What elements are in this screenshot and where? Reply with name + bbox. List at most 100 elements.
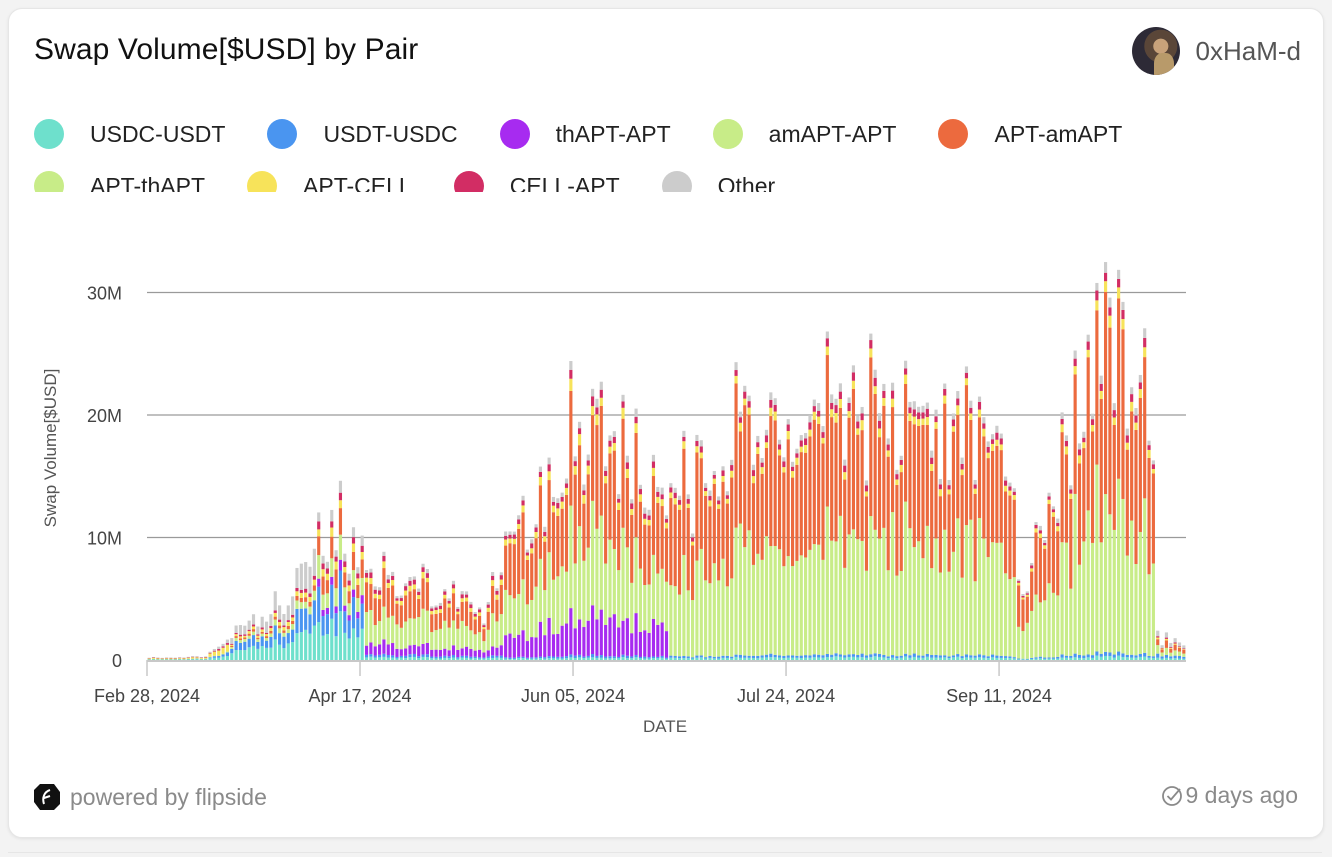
bar-segment-apt-cell — [756, 447, 760, 454]
bar-segment-apt-amapt — [769, 416, 773, 547]
bar-segment-cell-apt — [399, 598, 403, 601]
bar-segment-cell-apt — [956, 398, 960, 406]
bar-segment-cell-apt — [738, 417, 742, 423]
bar-segment-apt-cell — [912, 416, 916, 425]
bar-segment-amapt-apt — [795, 560, 799, 656]
bar-segment-amapt-apt — [1130, 520, 1134, 655]
bar-segment-other — [547, 457, 551, 465]
bar-segment-cell-apt — [664, 519, 669, 523]
bar-segment-cell-apt — [656, 491, 660, 497]
bar-segment-usdc-usdt — [721, 657, 725, 660]
bar-segment-cell-apt — [456, 608, 460, 612]
bar-segment-usdt-usdc — [508, 657, 512, 659]
bar-segment-cell-apt — [1056, 522, 1060, 527]
bar-segment-cell-apt — [395, 598, 399, 601]
bar-segment-apt-amapt — [586, 474, 590, 548]
bar-segment-other — [1108, 297, 1112, 308]
bar-segment-apt-amapt — [599, 405, 603, 516]
bar-segment-other — [821, 426, 825, 433]
bar-segment-usdt-usdc — [699, 655, 703, 658]
bar-segment-usdc-usdt — [295, 633, 299, 660]
bar-segment-usdt-usdc — [1156, 653, 1160, 658]
bar-segment-usdt-usdc — [1169, 656, 1173, 659]
bar-segment-cell-apt — [460, 594, 464, 599]
bar-segment-usdc-usdt — [921, 657, 925, 660]
bar-segment-amapt-apt — [1147, 574, 1151, 656]
bar-segment-cell-apt — [412, 579, 416, 585]
bar-segment-other — [1151, 460, 1155, 465]
bar-segment-apt-cell — [1082, 442, 1086, 449]
bar-segment-amapt-apt — [1060, 542, 1064, 655]
bar-segment-apt-amapt — [1112, 424, 1116, 530]
bar-segment-thapt-apt — [399, 649, 403, 656]
bar-segment-other — [1086, 334, 1090, 342]
bar-segment-usdc-usdt — [491, 657, 495, 660]
bar-segment-usdt-usdc — [1086, 654, 1090, 658]
bar-segment-amapt-apt — [334, 588, 338, 607]
bar-segment-apt-cell — [504, 539, 508, 546]
bar-segment-amapt-apt — [969, 519, 973, 656]
bar-segment-amapt-apt — [786, 556, 790, 656]
bar-segment-cell-apt — [912, 409, 916, 417]
last-updated-text: 9 days ago — [1185, 782, 1298, 808]
bar-segment-apt-cell — [417, 595, 421, 599]
bar-segment-cell-apt — [273, 610, 277, 613]
bar-segment-other — [582, 484, 586, 491]
bar-segment-amapt-apt — [977, 518, 982, 655]
bar-segment-cell-apt — [751, 470, 756, 477]
bar-segment-cell-apt — [1177, 646, 1182, 648]
bar-segment-cell-apt — [930, 457, 934, 464]
bar-segment-usdt-usdc — [695, 655, 699, 658]
bar-segment-cell-apt — [838, 391, 842, 400]
bar-segment-apt-cell — [938, 489, 942, 497]
powered-by-text[interactable]: powered by flipside — [70, 784, 267, 811]
bar-segment-usdc-usdt — [199, 659, 203, 660]
bar-segment-apt-cell — [517, 524, 521, 530]
bar-segment-amapt-apt — [230, 647, 234, 649]
bar-segment-usdc-usdt — [230, 653, 234, 660]
bar-segment-apt-amapt — [682, 448, 686, 555]
bar-segment-usdc-usdt — [573, 657, 577, 660]
bar-segment-amapt-apt — [934, 538, 938, 655]
bar-segment-other — [860, 406, 864, 414]
bar-segment-cell-apt — [712, 474, 716, 479]
powered-by-footer[interactable]: powered by flipside — [32, 782, 267, 812]
bar-segment-amapt-apt — [995, 542, 999, 656]
bar-segment-apt-cell — [491, 580, 495, 586]
bar-segment-apt-amapt — [512, 544, 516, 599]
bar-segment-amapt-apt — [743, 547, 747, 656]
bar-segment-apt-amapt — [1030, 571, 1034, 611]
bar-segment-other — [430, 606, 434, 609]
bar-segment-apt-cell — [304, 592, 308, 598]
bar-segment-amapt-apt — [391, 615, 395, 644]
bar-segment-usdc-usdt — [1130, 657, 1134, 660]
bar-segment-cell-apt — [477, 609, 482, 613]
bar-segment-usdt-usdc — [1121, 653, 1125, 657]
bar-segment-cell-apt — [825, 338, 829, 347]
bar-segment-other — [1012, 488, 1016, 492]
bar-segment-apt-amapt — [412, 589, 416, 619]
bar-segment-usdt-usdc — [1051, 657, 1055, 659]
bar-segment-apt-cell — [508, 538, 512, 544]
bar-segment-usdt-usdc — [534, 657, 538, 659]
bar-segment-usdc-usdt — [256, 648, 260, 660]
bar-segment-thapt-apt — [543, 635, 547, 658]
bar-segment-apt-cell — [291, 617, 295, 621]
bar-segment-other — [438, 602, 443, 606]
bar-segment-usdt-usdc — [569, 654, 573, 658]
bar-segment-usdt-usdc — [1095, 651, 1099, 656]
bar-segment-thapt-apt — [412, 644, 416, 654]
bar-segment-usdt-usdc — [495, 655, 499, 658]
bar-segment-apt-cell — [1034, 528, 1038, 533]
bar-segment-usdt-usdc — [830, 654, 834, 658]
bar-segment-cell-apt — [877, 420, 882, 429]
bar-segment-other — [191, 656, 195, 657]
bar-segment-other — [169, 657, 173, 659]
bar-segment-apt-cell — [1017, 582, 1021, 586]
bar-segment-other — [347, 573, 351, 581]
bar-segment-apt-cell — [947, 489, 951, 495]
bar-segment-apt-amapt — [721, 481, 725, 559]
bar-segment-usdt-usdc — [1025, 658, 1029, 660]
bar-segment-usdc-usdt — [543, 658, 547, 660]
bar-segment-apt-amapt — [595, 425, 599, 529]
